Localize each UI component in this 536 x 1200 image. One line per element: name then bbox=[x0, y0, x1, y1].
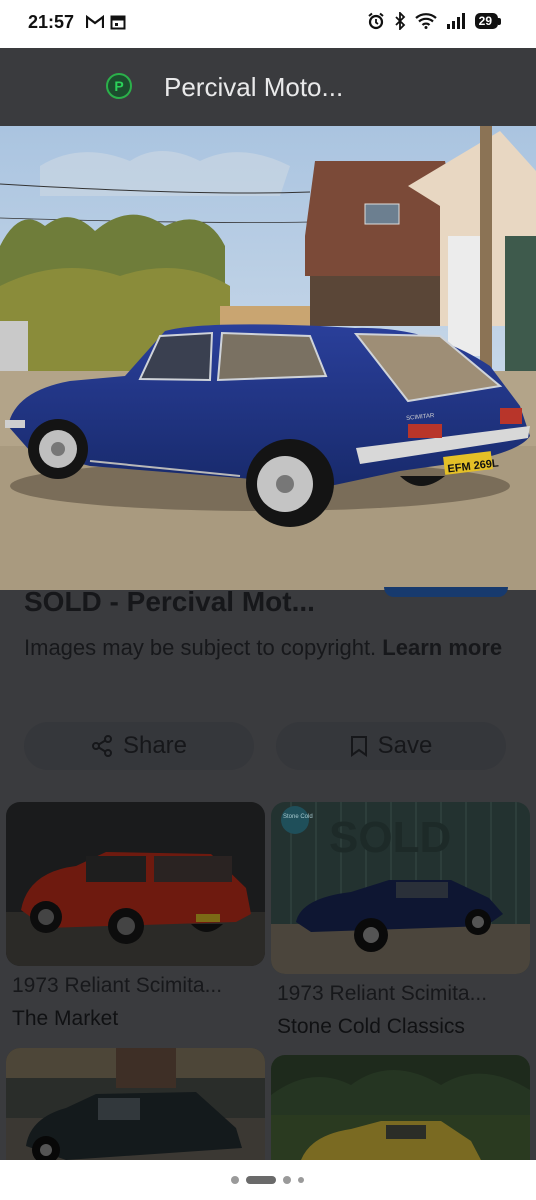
sold-overlay: SOLD bbox=[329, 813, 451, 862]
save-button[interactable]: Save bbox=[276, 722, 506, 770]
result-title[interactable]: SOLD - Percival Mot... bbox=[24, 586, 315, 618]
bookmark-icon bbox=[350, 736, 367, 757]
related-image-1[interactable] bbox=[6, 802, 265, 966]
related-image-2[interactable]: SOLD Stone Cold bbox=[271, 802, 530, 974]
system-icons: 29 bbox=[367, 12, 502, 30]
gmail-icon bbox=[86, 14, 104, 28]
copyright-notice: Images may be subject to copyright. Lear… bbox=[24, 632, 504, 664]
status-time: 21:57 bbox=[28, 12, 75, 32]
page-indicator-active bbox=[246, 1176, 276, 1184]
share-label: Share bbox=[122, 732, 188, 759]
related-source-1[interactable]: The Market bbox=[12, 1007, 118, 1031]
share-button[interactable]: Share bbox=[24, 722, 254, 770]
bluetooth-icon bbox=[395, 12, 405, 30]
signal-icon bbox=[446, 13, 465, 29]
site-logo-icon[interactable]: P bbox=[106, 73, 132, 99]
save-label: Save bbox=[377, 732, 433, 759]
page-indicator-dot bbox=[231, 1176, 239, 1184]
related-image-4[interactable] bbox=[271, 1055, 530, 1160]
battery-icon: 29 bbox=[474, 13, 502, 29]
main-image[interactable]: EFM 269L SCIMITAR bbox=[0, 126, 536, 590]
stone-cold-logo: Stone Cold bbox=[283, 814, 313, 820]
page-indicator-dot bbox=[283, 1176, 291, 1184]
share-icon bbox=[91, 735, 112, 757]
copyright-text: Images may be subject to copyright. bbox=[24, 635, 377, 660]
page-title[interactable]: Percival Moto... bbox=[164, 72, 343, 103]
related-title-1[interactable]: 1973 Reliant Scimita... bbox=[12, 974, 222, 998]
related-title-2[interactable]: 1973 Reliant Scimita... bbox=[277, 982, 487, 1006]
related-source-2[interactable]: Stone Cold Classics bbox=[277, 1015, 465, 1039]
related-image-3[interactable] bbox=[6, 1048, 265, 1160]
wifi-icon bbox=[414, 13, 437, 29]
learn-more-link[interactable]: Learn more bbox=[382, 635, 502, 660]
gesture-bar bbox=[0, 1160, 536, 1200]
header: P Percival Moto... bbox=[0, 48, 536, 126]
notification-icons bbox=[86, 14, 126, 30]
visit-button-edge[interactable] bbox=[384, 587, 508, 597]
status-bar: 21:57 29 bbox=[0, 0, 536, 48]
calendar-icon bbox=[110, 15, 126, 30]
page-indicator-dot bbox=[298, 1177, 304, 1183]
alarm-icon bbox=[368, 12, 384, 30]
